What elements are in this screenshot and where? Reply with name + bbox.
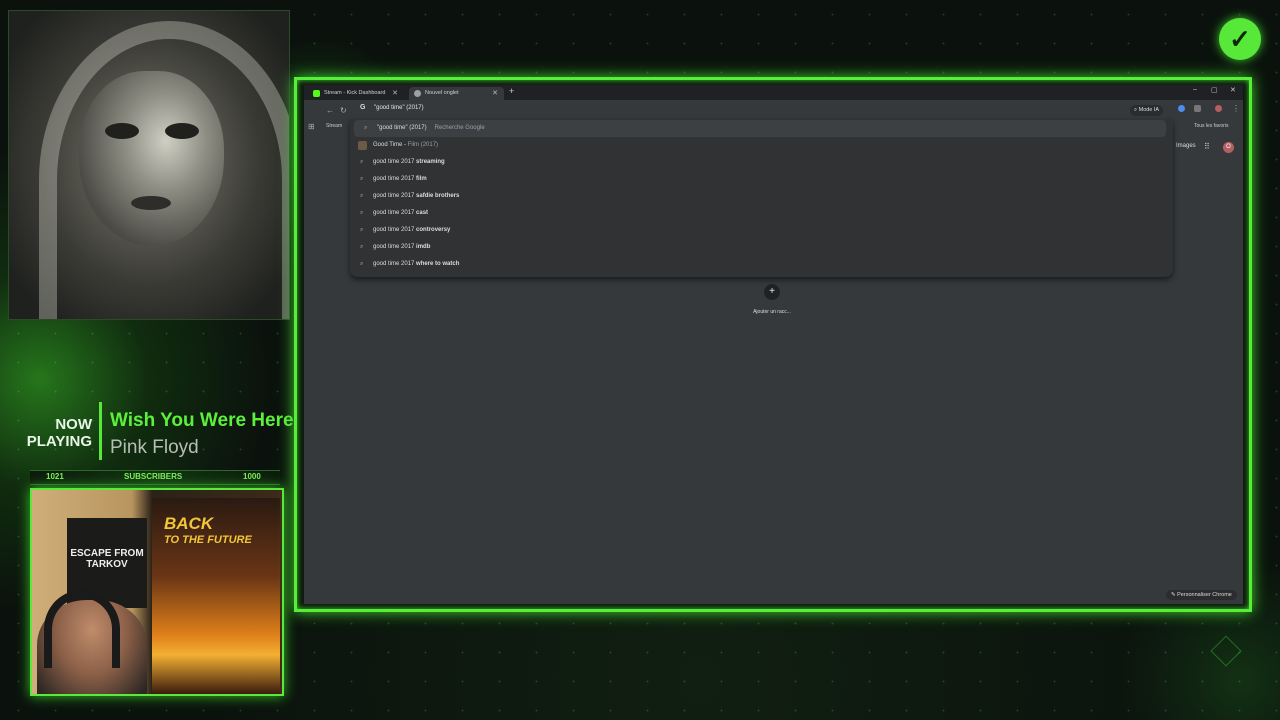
subscriber-goal-bar: 1021 SUBSCRIBERS 1000 [30,470,280,485]
tab-label: Stream - Kick Dashboard [324,90,386,96]
suggestion-completion: cast [416,210,429,216]
toolbar: ← ↻ G "good time" (2017) ⌕ Mode IA ⋮ [304,100,1243,120]
search-icon: ⌕ [364,125,368,131]
minimize-button[interactable]: – [1193,86,1197,93]
suggestion-item[interactable]: ⌕ good time 2017 cast [350,205,1173,222]
suggestion-completion: streaming [416,159,445,165]
search-icon: ⌕ [360,244,364,250]
chrome-icon [414,90,421,97]
add-shortcut-button[interactable]: + [764,284,780,300]
suggestion-completion: film [416,176,427,182]
add-shortcut-label[interactable]: Ajouter un racc... [734,309,810,315]
google-apps-icon[interactable]: ⠿ [1204,142,1210,151]
customize-chrome-button[interactable]: ✎ Personnaliser Chrome [1166,590,1237,600]
apps-grid-icon[interactable]: ⊞ [308,122,315,131]
tab-new-tab[interactable]: Nouvel onglet ✕ [409,87,504,100]
search-icon: ⌕ [360,176,364,182]
poster-title-line2: TO THE FUTURE [164,534,252,546]
kick-icon [313,90,320,97]
subscriber-count: 1021 [46,472,64,481]
puzzle-icon[interactable] [1194,105,1201,112]
subscriber-label: SUBSCRIBERS [124,472,183,481]
ntp-avatar[interactable]: O [1223,142,1234,153]
checkmark-icon: ✓ [1219,18,1261,60]
suggestion-completion: imdb [416,244,431,250]
search-icon: ⌕ [360,227,364,233]
suggestion-prefix: good time 2017 [373,176,417,182]
search-icon: ⌕ [360,210,364,216]
suggestion-prefix: good time 2017 [373,261,417,267]
close-window-button[interactable]: ✕ [1230,86,1236,94]
suggestion-prefix: good time 2017 [373,193,417,199]
tab-kick-dashboard[interactable]: Stream - Kick Dashboard ✕ [308,87,404,100]
suggestion-item[interactable]: ⌕ good time 2017 controversy [350,222,1173,239]
suggestion-prefix: good time 2017 [373,227,417,233]
suggestion-item[interactable]: ⌕ good time 2017 imdb [350,239,1173,256]
back-to-the-future-poster: BACK TO THE FUTURE [152,498,280,694]
song-artist: Pink Floyd [110,437,199,458]
customize-label: Personnaliser Chrome [1177,592,1232,598]
maximize-button[interactable]: ▢ [1211,86,1218,94]
suggestion-item[interactable]: ⌕ "good time" (2017) Recherche Google [354,120,1166,137]
suggestion-prefix: good time 2017 [373,159,417,165]
suggestion-item[interactable]: ⌕ good time 2017 safdie brothers [350,188,1173,205]
profile-avatar[interactable] [1215,105,1222,112]
extension-icon[interactable] [1178,105,1185,112]
suggestion-subtext: Film (2017) [407,142,439,148]
silver-mask [79,71,224,246]
suggestion-completion: controversy [416,227,451,233]
search-icon: ⌕ [360,159,364,165]
mode-ia-label: Mode IA [1138,107,1160,113]
suggestion-item[interactable]: ⌕ good time 2017 where to watch [350,256,1173,273]
poster-title: BACK TO THE FUTURE [164,514,252,548]
all-bookmarks[interactable]: Tous les favoris [1194,123,1228,129]
suggestion-prefix: good time 2017 [373,244,417,250]
suggestion-item[interactable]: Good Time - Film (2017) [350,137,1173,154]
close-tab-icon[interactable]: ✕ [392,87,398,100]
search-icon: ⌕ [360,261,364,267]
suggestion-subtext: Recherche Google [434,125,485,131]
tab-label: Nouvel onglet [425,90,459,96]
webcam-bottom: ESCAPE FROM TARKOV BACK TO THE FUTURE [30,488,284,696]
webcam-top [8,10,290,320]
address-bar[interactable]: G "good time" (2017) ⌕ Mode IA [350,102,1170,118]
now-playing-widget: NOW PLAYING Wish You Were Here Pink Floy… [22,400,297,462]
now-label: NOW [55,416,92,433]
film-thumbnail [358,141,367,150]
suggestion-text: Good Time [373,142,403,148]
close-tab-icon[interactable]: ✕ [492,87,498,100]
mask-eye-right [165,123,199,139]
reload-icon[interactable]: ↻ [340,106,347,115]
search-icon: ⌕ [360,193,364,199]
new-tab-button[interactable]: + [509,86,514,96]
subscriber-goal: 1000 [243,472,261,481]
omnibox-suggestions: ⌕ "good time" (2017) Recherche Google Goo… [350,119,1173,277]
song-title: Wish You Were Here [110,410,294,431]
now-playing-label: NOW PLAYING [22,416,92,450]
poster-title-line1: BACK [164,514,214,533]
suggestion-prefix: good time 2017 [373,210,417,216]
back-arrow-icon[interactable]: ← [326,106,334,115]
tab-strip: Stream - Kick Dashboard ✕ Nouvel onglet … [304,85,1243,100]
suggestion-item[interactable]: ⌕ good time 2017 film [350,171,1173,188]
suggestion-completion: safdie brothers [416,193,460,199]
suggestion-completion: where to watch [416,261,460,267]
address-input[interactable]: "good time" (2017) [374,105,424,111]
suggestion-item[interactable]: ⌕ good time 2017 streaming [350,154,1173,171]
playing-label: PLAYING [26,433,92,450]
suggestion-text: "good time" (2017) [377,125,427,131]
more-menu-icon[interactable]: ⋮ [1232,104,1240,113]
images-link[interactable]: Images [1176,143,1196,149]
chrome-window: Stream - Kick Dashboard ✕ Nouvel onglet … [304,85,1243,604]
now-playing-divider [99,402,102,460]
mode-ia-button[interactable]: ⌕ Mode IA [1130,105,1164,116]
google-icon: G [360,104,366,111]
mask-mouth [131,196,171,210]
mask-eye-left [105,123,139,139]
headset [44,590,120,668]
bookmark-stream[interactable]: Stream [326,123,342,129]
